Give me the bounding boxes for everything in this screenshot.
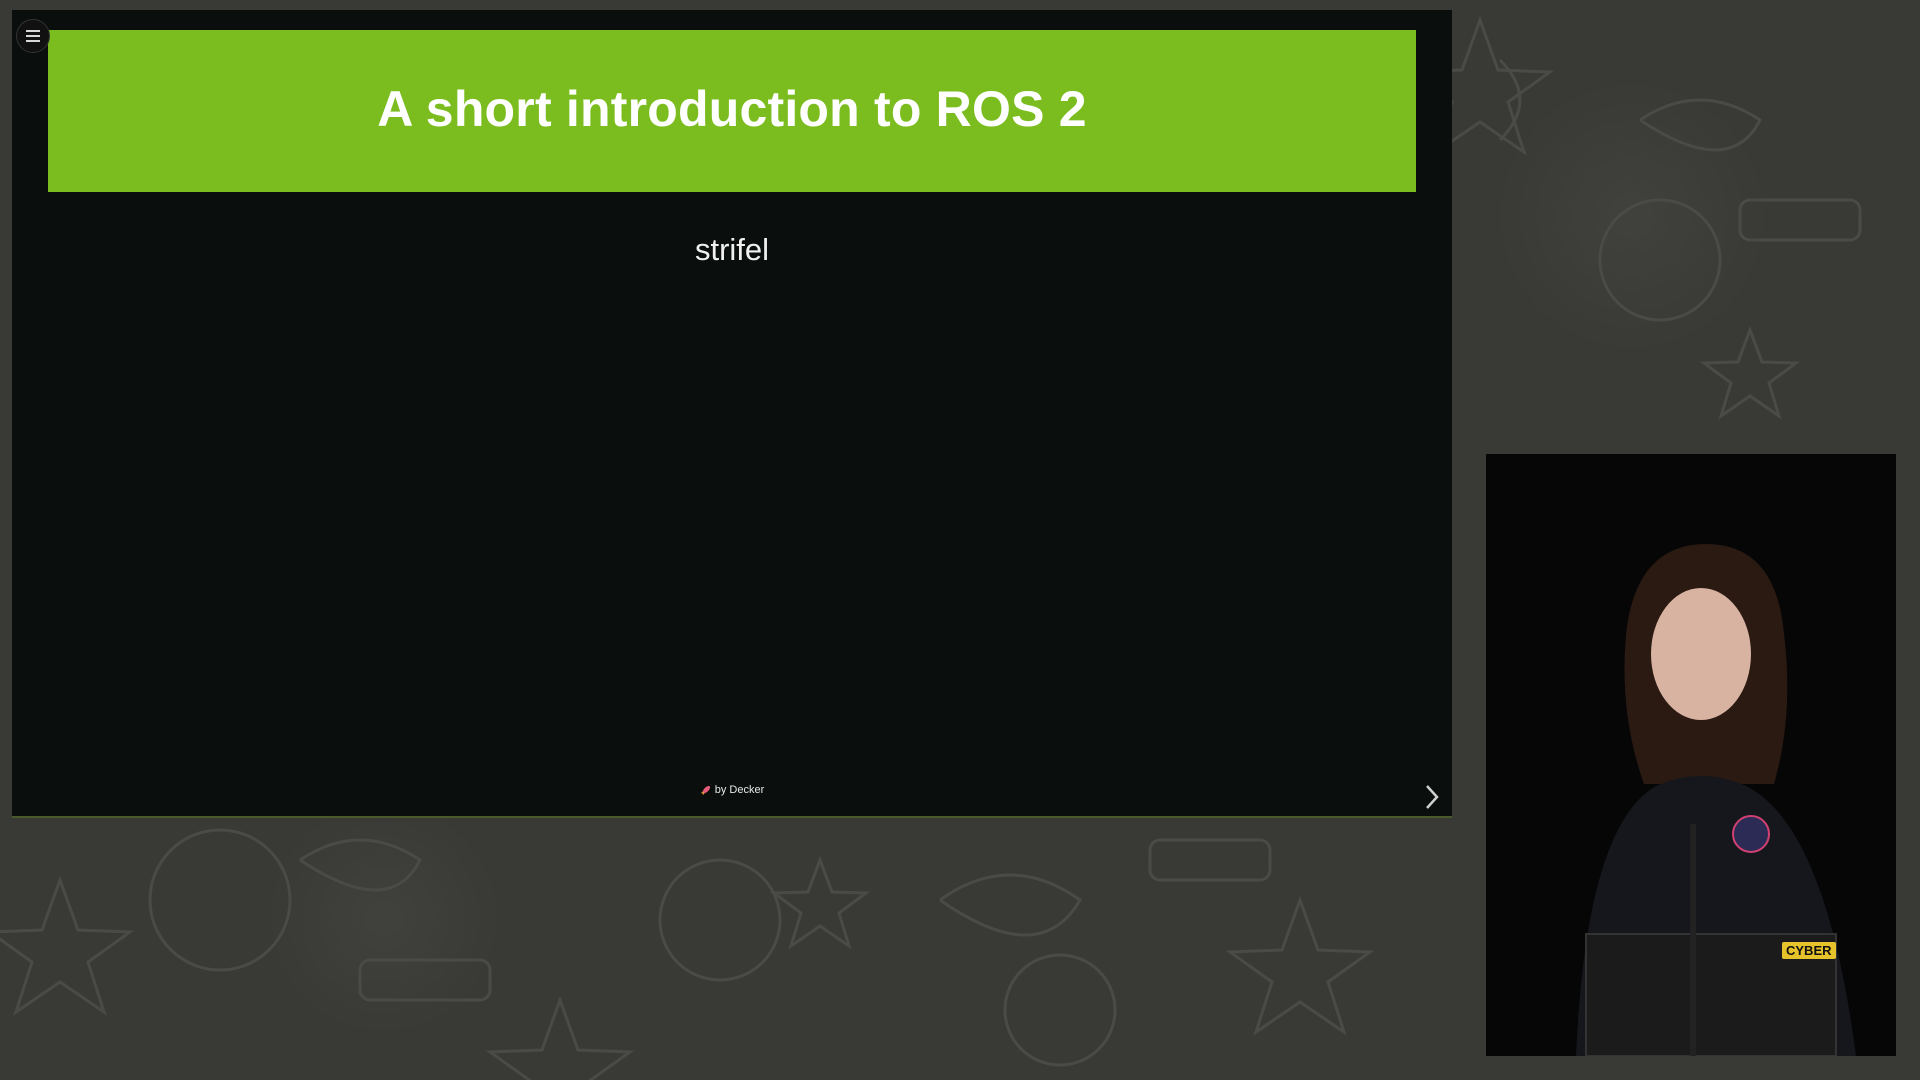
chevron-right-icon <box>1426 785 1439 809</box>
slide-title: A short introduction to ROS 2 <box>377 81 1087 137</box>
speaker-figure <box>1486 454 1896 1056</box>
slide-author: strifel <box>694 232 770 267</box>
title-banner: A short introduction to ROS 2 <box>48 30 1416 192</box>
footer-text: by Decker <box>714 784 765 796</box>
laptop-sticker: CYBER <box>1782 942 1836 959</box>
speaker-video-feed: CYBER <box>1486 454 1896 1056</box>
hamburger-menu-icon <box>26 30 40 42</box>
slide-footer: by Decker <box>12 784 1452 796</box>
rocket-icon <box>700 785 710 795</box>
presentation-slide: A short introduction to ROS 2 strifel by… <box>12 10 1452 818</box>
menu-button[interactable] <box>16 19 50 53</box>
next-slide-button[interactable] <box>1420 780 1444 814</box>
